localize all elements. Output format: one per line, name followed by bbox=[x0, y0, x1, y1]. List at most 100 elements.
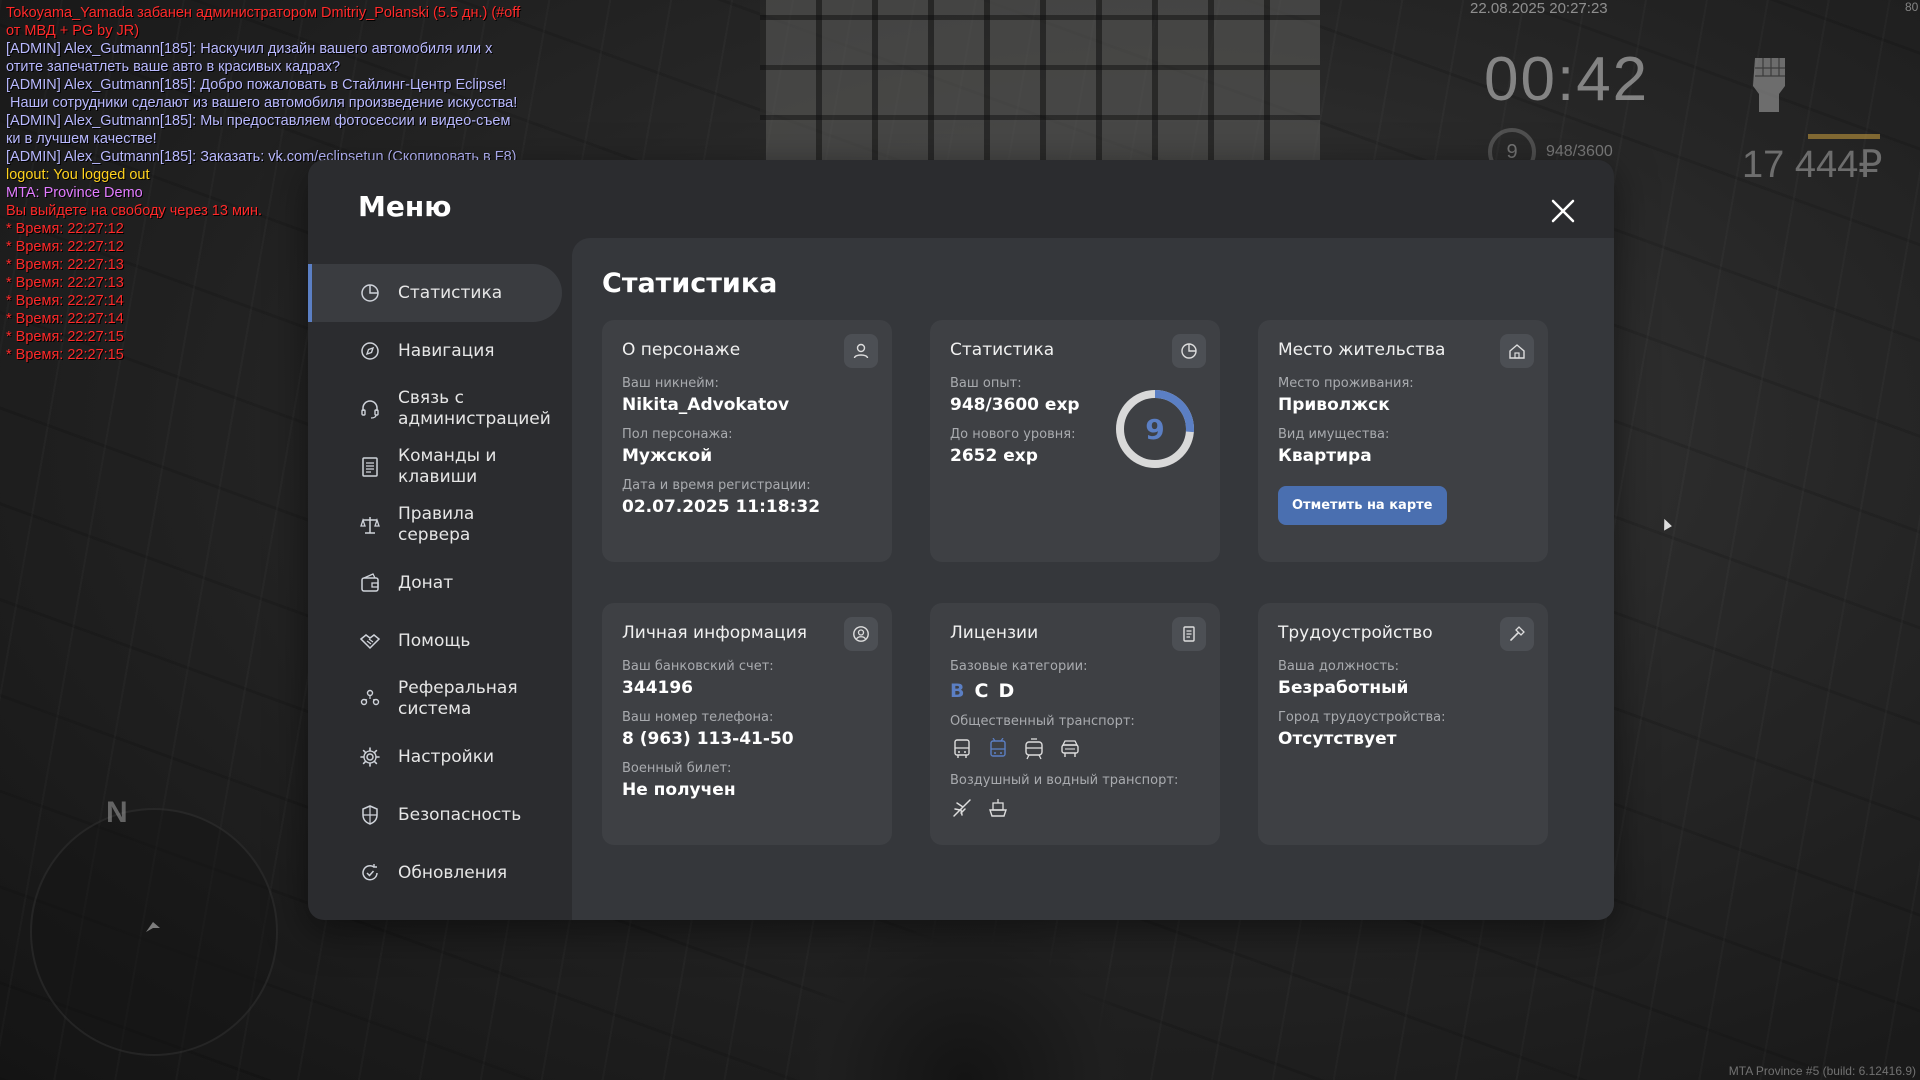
card-personal: Личная информация Ваш банковский счет: 3… bbox=[602, 603, 892, 845]
sidebar-item-wallet[interactable]: Донат bbox=[308, 554, 570, 612]
player-arrow-icon bbox=[143, 918, 163, 938]
hud-timer: 00:42 bbox=[1484, 45, 1650, 114]
close-button[interactable] bbox=[1546, 194, 1580, 228]
gear-icon bbox=[358, 745, 382, 769]
sidebar-item-label: Донат bbox=[398, 572, 454, 593]
chat-line: [ADMIN] Alex_Gutmann[185]: Мы предоставл… bbox=[6, 113, 511, 129]
chat-line: ки в лучшем качестве! bbox=[6, 131, 157, 147]
bank-label: Ваш банковский счет: bbox=[622, 659, 774, 674]
minimap-north: N bbox=[106, 796, 128, 829]
residence-label: Место проживания: bbox=[1278, 376, 1414, 391]
card-title: Статистика bbox=[950, 340, 1055, 360]
sidebar-item-headset[interactable]: Связь с администрацией bbox=[308, 380, 570, 438]
sidebar-item-refresh-check[interactable]: Обновления bbox=[308, 844, 570, 902]
airplane-icon bbox=[950, 796, 974, 820]
gender-value: Мужской bbox=[622, 446, 713, 466]
military-value: Не получен bbox=[622, 780, 736, 800]
sidebar-item-handshake[interactable]: Помощь bbox=[308, 612, 570, 670]
phone-value: 8 (963) 113-41-50 bbox=[622, 729, 794, 749]
content-panel: Статистика О персонаже Ваш никнейм: Niki… bbox=[572, 238, 1614, 920]
property-value: Квартира bbox=[1278, 446, 1372, 466]
level-number: 9 bbox=[1145, 412, 1165, 446]
tram-icon bbox=[1022, 737, 1046, 761]
sidebar-item-label: Помощь bbox=[398, 630, 471, 651]
sidebar-item-label: Безопасность bbox=[398, 804, 522, 825]
card-character: О персонаже Ваш никнейм: Nikita_Advokato… bbox=[602, 320, 892, 562]
sidebar-item-label: Настройки bbox=[398, 746, 495, 767]
page-title: Статистика bbox=[602, 268, 778, 299]
sidebar-item-label: Статистика bbox=[398, 282, 503, 303]
card-residence: Место жительства Место проживания: Приво… bbox=[1258, 320, 1548, 562]
shield-icon bbox=[358, 803, 382, 827]
home-icon bbox=[1500, 334, 1534, 368]
work-city-label: Город трудоустройства: bbox=[1278, 710, 1446, 725]
ship-icon bbox=[986, 796, 1010, 820]
hud-money: 17 444₽ bbox=[1742, 144, 1883, 186]
chat-line: отите запечатлеть ваше авто в красивых к… bbox=[6, 59, 341, 75]
menu-window: Меню Статистика Навигация Связь с админист… bbox=[308, 160, 1614, 920]
sidebar-item-label: Реферальная система bbox=[398, 678, 518, 719]
wallet-icon bbox=[358, 571, 382, 595]
chat-line: [ADMIN] Alex_Gutmann[185]: Наскучил диза… bbox=[6, 41, 493, 57]
license-icon bbox=[1172, 617, 1206, 651]
chat-line: Наши сотрудники сделают из вашего автомо… bbox=[6, 95, 518, 111]
base-categories-label: Базовые категории: bbox=[950, 659, 1088, 674]
card-statistics: Статистика Ваш опыт: 948/3600 exp До нов… bbox=[930, 320, 1220, 562]
phone-label: Ваш номер телефона: bbox=[622, 710, 774, 725]
license-categories: BCD bbox=[950, 680, 1200, 702]
nickname-value: Nikita_Advokatov bbox=[622, 395, 790, 415]
headset-icon bbox=[358, 397, 382, 421]
hud-health-bar bbox=[1808, 134, 1880, 139]
military-label: Военный билет: bbox=[622, 761, 732, 776]
user-circle-icon bbox=[844, 617, 878, 651]
gender-label: Пол персонажа: bbox=[622, 427, 733, 442]
chat-line: Tokoyama_Yamada забанен администратором … bbox=[6, 5, 521, 21]
category-c: C bbox=[974, 680, 989, 702]
property-label: Вид имущества: bbox=[1278, 427, 1390, 442]
sidebar-item-scales[interactable]: Правила сервера bbox=[308, 496, 570, 554]
registration-label: Дата и время регистрации: bbox=[622, 478, 811, 493]
bank-value: 344196 bbox=[622, 678, 693, 698]
public-transport-icons bbox=[950, 737, 1200, 761]
hud-fps: 80 bbox=[1905, 0, 1919, 14]
residence-value: Приволжск bbox=[1278, 395, 1390, 415]
chat-line: [ADMIN] Alex_Gutmann[185]: Добро пожалов… bbox=[6, 77, 507, 93]
position-label: Ваша должность: bbox=[1278, 659, 1400, 674]
chart-pie-icon bbox=[1172, 334, 1206, 368]
sidebar-item-chart-pie[interactable]: Статистика bbox=[308, 264, 562, 322]
taxi-icon bbox=[1058, 737, 1082, 761]
background-character bbox=[800, 920, 1130, 1080]
sidebar-item-shield[interactable]: Безопасность bbox=[308, 786, 570, 844]
hud-exp: 948/3600 bbox=[1546, 143, 1613, 160]
user-icon bbox=[844, 334, 878, 368]
air-water-transport-label: Воздушный и водный транспорт: bbox=[950, 773, 1179, 788]
category-b: B bbox=[950, 680, 965, 702]
card-title: Лицензии bbox=[950, 623, 1039, 643]
mark-on-map-button[interactable]: Отметить на карте bbox=[1278, 486, 1447, 525]
sidebar-item-people[interactable]: Реферальная система bbox=[308, 670, 570, 728]
sidebar-item-compass[interactable]: Навигация bbox=[308, 322, 570, 380]
card-title: Место жительства bbox=[1278, 340, 1446, 360]
work-city-value: Отсутствует bbox=[1278, 729, 1397, 749]
card-title: Трудоустройство bbox=[1278, 623, 1433, 643]
compass-icon bbox=[358, 339, 382, 363]
handshake-icon bbox=[358, 629, 382, 653]
close-icon bbox=[1551, 199, 1575, 223]
card-title: О персонаже bbox=[622, 340, 741, 360]
bus-icon bbox=[950, 737, 974, 761]
card-employment: Трудоустройство Ваша должность: Безработ… bbox=[1258, 603, 1548, 845]
position-value: Безработный bbox=[1278, 678, 1409, 698]
sidebar-item-gear[interactable]: Настройки bbox=[308, 728, 570, 786]
level-progress-ring: 9 bbox=[1114, 388, 1196, 470]
category-d: D bbox=[998, 680, 1015, 702]
chart-pie-icon bbox=[358, 281, 382, 305]
hammer-icon bbox=[1500, 617, 1534, 651]
nickname-label: Ваш никнейм: bbox=[622, 376, 719, 391]
registration-value: 02.07.2025 11:18:32 bbox=[622, 497, 821, 517]
sidebar-item-document[interactable]: Команды и клавиши bbox=[308, 438, 570, 496]
public-transport-label: Общественный транспорт: bbox=[950, 714, 1135, 729]
chat-line: от МВД + PG by JR) bbox=[6, 23, 140, 39]
build-info: MTA Province #5 (build: 6.12416.9) bbox=[1728, 1064, 1916, 1078]
hud-datetime: 22.08.2025 20:27:23 bbox=[1470, 0, 1608, 17]
fist-icon bbox=[1745, 52, 1795, 116]
